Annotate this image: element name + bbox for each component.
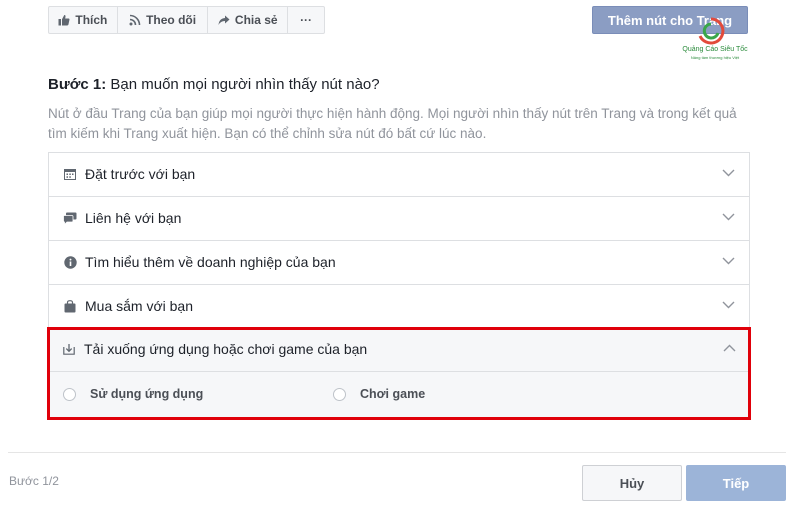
option-download[interactable]: Tải xuống ứng dụng hoặc chơi game của bạ…	[48, 328, 750, 372]
share-button[interactable]: Chia sẻ	[208, 7, 289, 33]
chevron-down-icon	[722, 213, 735, 221]
share-arrow-icon	[218, 15, 230, 25]
page-actions-bar: Thích Theo dõi Chia sẻ ···	[48, 6, 325, 34]
option-label: Tải xuống ứng dụng hoặc chơi game của bạ…	[84, 341, 368, 357]
follow-label: Theo dõi	[146, 13, 197, 27]
download-icon	[62, 342, 76, 356]
chevron-up-icon	[723, 344, 736, 352]
chevron-down-icon	[722, 257, 735, 265]
step-heading-text: Bạn muốn mọi người nhìn thấy nút nào?	[106, 76, 380, 93]
more-icon: ···	[300, 13, 313, 27]
step-description: Nút ở đầu Trang của bạn giúp mọi người t…	[48, 106, 737, 141]
share-label: Chia sẻ	[234, 13, 278, 27]
chevron-down-icon	[722, 301, 735, 309]
button-options-list: Đặt trước với bạn Liên hệ với bạn Tìm hi…	[48, 152, 750, 329]
radio-label: Sử dụng ứng dụng	[90, 387, 204, 401]
option-learn-more[interactable]: Tìm hiểu thêm về doanh nghiệp của bạn	[49, 241, 749, 285]
option-download-expanded: Tải xuống ứng dụng hoặc chơi game của bạ…	[48, 328, 750, 418]
use-app-radio[interactable]: Sử dụng ứng dụng	[63, 387, 203, 401]
shopping-bag-icon	[63, 299, 77, 313]
watermark-tagline: Nâng tầm thương hiệu Việt	[690, 55, 740, 60]
chat-icon	[63, 211, 77, 225]
cancel-button[interactable]: Hủy	[582, 465, 682, 501]
option-label: Mua sắm với bạn	[85, 298, 194, 314]
rss-icon	[129, 14, 141, 26]
option-label: Liên hệ với bạn	[85, 210, 182, 226]
step-indicator: Bước 1/2	[9, 474, 59, 488]
info-icon	[63, 255, 77, 269]
radio-button[interactable]	[63, 387, 76, 401]
thumbs-up-icon	[58, 14, 70, 26]
calendar-icon	[63, 167, 77, 181]
next-button[interactable]: Tiếp	[686, 465, 786, 501]
option-label: Đặt trước với bạn	[85, 166, 196, 182]
watermark-logo-icon	[698, 17, 725, 45]
option-shop[interactable]: Mua sắm với bạn	[49, 285, 749, 329]
watermark: Quảng Cáo Siêu Tốc Nâng tầm thương hiệu …	[670, 16, 760, 66]
more-options-button[interactable]: ···	[288, 7, 324, 33]
radio-label: Chơi game	[360, 387, 426, 401]
option-contact[interactable]: Liên hệ với bạn	[49, 197, 749, 241]
radio-button[interactable]	[333, 387, 346, 401]
chevron-down-icon	[722, 169, 735, 177]
play-game-radio[interactable]: Chơi game	[333, 387, 425, 401]
download-choices: Sử dụng ứng dụng Chơi game	[48, 372, 750, 416]
watermark-name: Quảng Cáo Siêu Tốc	[682, 46, 748, 53]
follow-button[interactable]: Theo dõi	[118, 7, 209, 33]
like-label: Thích	[75, 13, 108, 27]
option-book[interactable]: Đặt trước với bạn	[49, 153, 749, 197]
step-heading-prefix: Bước 1:	[48, 76, 107, 93]
footer-divider	[8, 452, 786, 453]
step-heading: Bước 1: Bạn muốn mọi người nhìn thấy nút…	[48, 76, 380, 93]
like-button[interactable]: Thích	[49, 7, 118, 33]
option-label: Tìm hiểu thêm về doanh nghiệp của bạn	[85, 254, 336, 270]
